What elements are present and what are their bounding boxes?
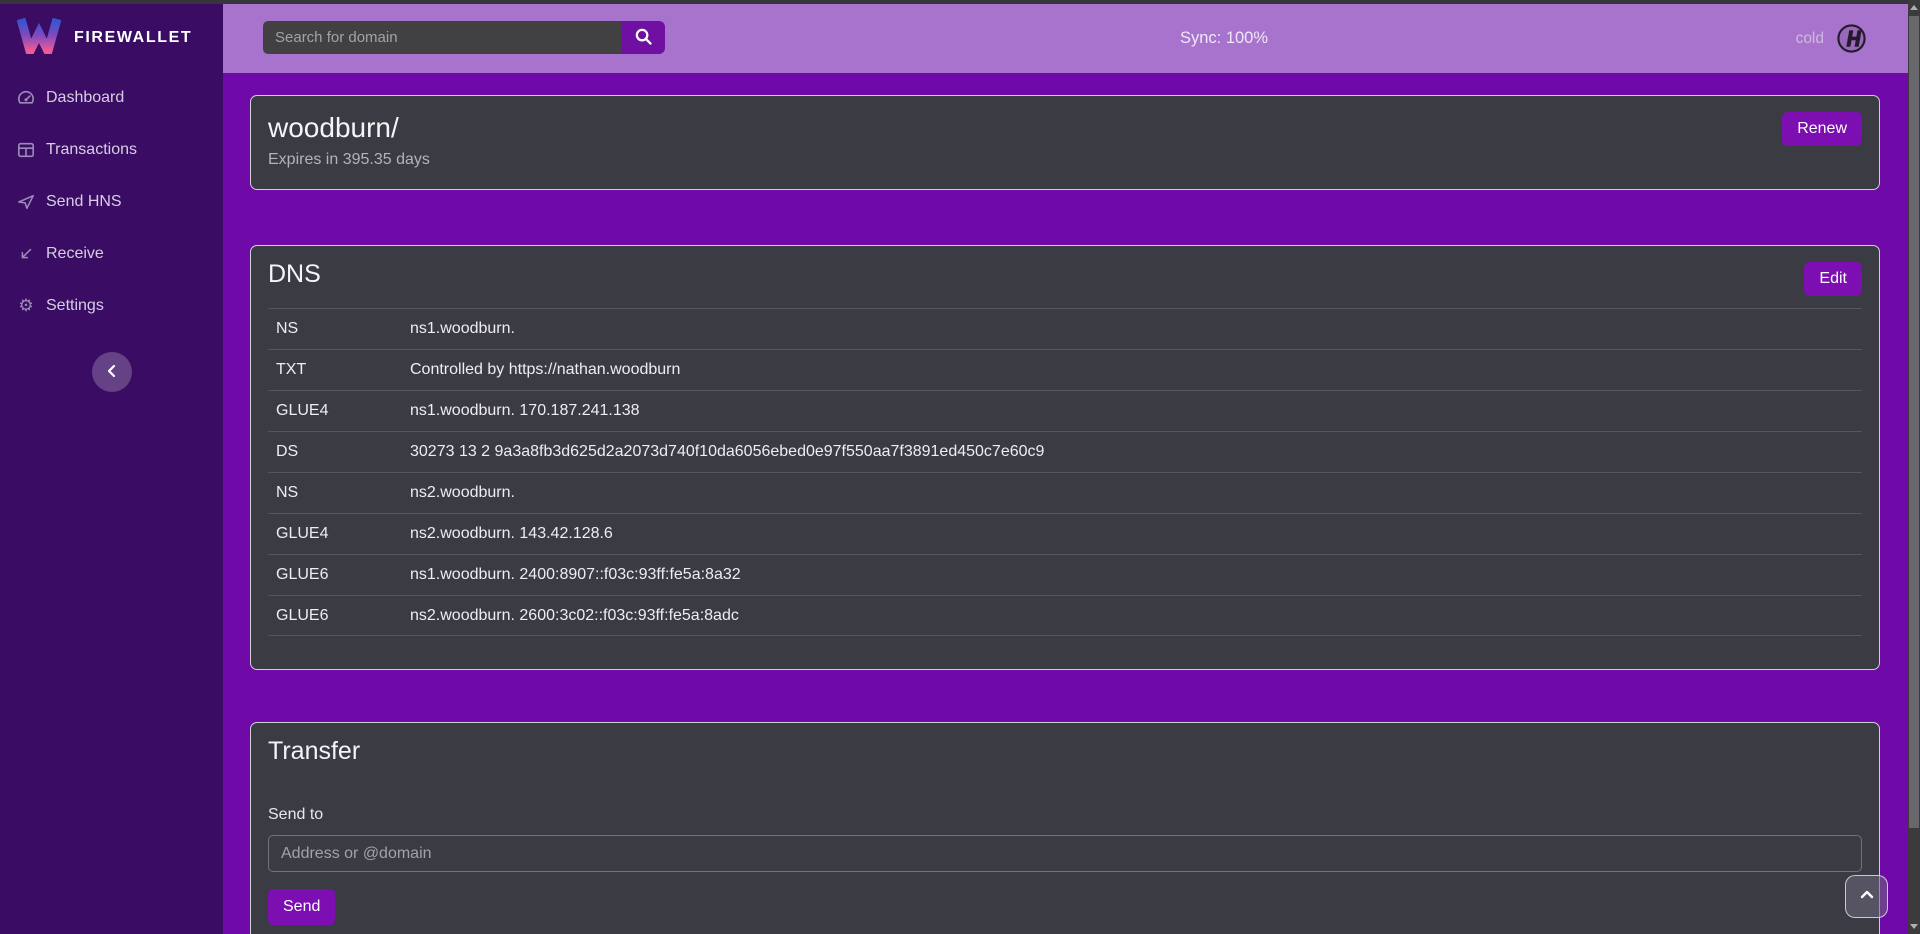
dns-record-row: NSns1.woodburn.: [268, 308, 1862, 349]
dns-record-row: GLUE6ns1.woodburn. 2400:8907::f03c:93ff:…: [268, 554, 1862, 595]
domain-expiry: Expires in 395.35 days: [268, 151, 1862, 169]
brand-name: FIREWALLET: [74, 29, 192, 47]
domain-title: woodburn/: [268, 112, 1862, 144]
sync-status: Sync: 100%: [1124, 4, 1324, 73]
handshake-logo-icon[interactable]: [1836, 23, 1867, 54]
receive-icon: [17, 245, 35, 263]
dns-record-row: NSns2.woodburn.: [268, 472, 1862, 513]
sidebar-item-receive[interactable]: Receive: [0, 228, 223, 280]
send-to-label: Send to: [268, 806, 1862, 824]
dns-record-type: NS: [268, 320, 410, 338]
dns-record-value: ns1.woodburn.: [410, 320, 515, 338]
chevron-left-icon: [104, 363, 120, 382]
scrollbar-down-arrow-icon[interactable]: [1910, 924, 1918, 929]
wallet-indicator: cold: [1796, 4, 1867, 73]
sidebar-item-label: Transactions: [46, 141, 137, 159]
send-icon: [17, 193, 35, 211]
window-top-edge: [0, 0, 1908, 4]
sidebar-item-label: Send HNS: [46, 193, 122, 211]
dns-record-row: DS30273 13 2 9a3a8fb3d625d2a2073d740f10d…: [268, 431, 1862, 472]
dns-record-row: GLUE4ns2.woodburn. 143.42.128.6: [268, 513, 1862, 554]
firewallet-logo-icon: [17, 17, 61, 59]
scrollbar-up-arrow-icon[interactable]: [1910, 5, 1918, 10]
sidebar-item-label: Dashboard: [46, 89, 124, 107]
main-content: woodburn/ Expires in 395.35 days Renew D…: [223, 73, 1908, 934]
transfer-title: Transfer: [268, 737, 1862, 766]
dns-record-value: ns1.woodburn. 170.187.241.138: [410, 402, 640, 420]
topbar: Sync: 100% cold: [223, 4, 1908, 73]
settings-gear-icon: ⚙: [17, 297, 35, 315]
sidebar-item-settings[interactable]: ⚙ Settings: [0, 280, 223, 332]
search-icon: [634, 27, 653, 49]
dns-record-row: TXTControlled by https://nathan.woodburn: [268, 349, 1862, 390]
transfer-address-input[interactable]: [268, 835, 1862, 872]
dns-record-type: NS: [268, 484, 410, 502]
sidebar-item-dashboard[interactable]: Dashboard: [0, 72, 223, 124]
sidebar: FIREWALLET Dashboard Transactions Send HNS…: [0, 4, 223, 934]
firewallet-app: FIREWALLET Dashboard Transactions Send HNS…: [0, 0, 1920, 934]
domain-search-button[interactable]: [621, 21, 665, 54]
scroll-to-top-button[interactable]: [1845, 875, 1888, 918]
transfer-card: Transfer Send to Send: [250, 722, 1880, 934]
transactions-table-icon: [17, 141, 35, 159]
sidebar-item-label: Settings: [46, 297, 104, 315]
domain-searchbox: [263, 21, 665, 54]
dns-record-value: ns1.woodburn. 2400:8907::f03c:93ff:fe5a:…: [410, 566, 741, 584]
chevron-up-icon: [1858, 886, 1876, 907]
page-scrollbar[interactable]: [1908, 0, 1920, 934]
sidebar-item-label: Receive: [46, 245, 104, 263]
dns-record-type: GLUE4: [268, 525, 410, 543]
dns-record-type: TXT: [268, 361, 410, 379]
edit-dns-button[interactable]: Edit: [1804, 262, 1862, 296]
dns-record-value: ns2.woodburn. 2600:3c02::f03c:93ff:fe5a:…: [410, 607, 739, 625]
dns-records: NSns1.woodburn.TXTControlled by https://…: [268, 308, 1862, 636]
dns-record-value: 30273 13 2 9a3a8fb3d625d2a2073d740f10da6…: [410, 443, 1044, 461]
dns-record-type: GLUE6: [268, 566, 410, 584]
sidebar-collapse-button[interactable]: [92, 352, 132, 392]
dns-title: DNS: [268, 260, 1862, 289]
dns-record-row: GLUE6ns2.woodburn. 2600:3c02::f03c:93ff:…: [268, 595, 1862, 636]
dns-record-value: ns2.woodburn.: [410, 484, 515, 502]
dns-card: DNS Edit NSns1.woodburn.TXTControlled by…: [250, 245, 1880, 670]
wallet-name[interactable]: cold: [1796, 30, 1824, 48]
dns-record-type: GLUE6: [268, 607, 410, 625]
sidebar-item-transactions[interactable]: Transactions: [0, 124, 223, 176]
dns-record-value: Controlled by https://nathan.woodburn: [410, 361, 680, 379]
dashboard-gauge-icon: [17, 89, 35, 107]
domain-search-input[interactable]: [263, 21, 621, 54]
scrollbar-thumb[interactable]: [1909, 16, 1919, 828]
dns-record-type: GLUE4: [268, 402, 410, 420]
renew-button[interactable]: Renew: [1782, 112, 1862, 146]
sidebar-item-send-hns[interactable]: Send HNS: [0, 176, 223, 228]
brand[interactable]: FIREWALLET: [0, 4, 223, 59]
dns-record-type: DS: [268, 443, 410, 461]
dns-record-row: GLUE4ns1.woodburn. 170.187.241.138: [268, 390, 1862, 431]
dns-record-value: ns2.woodburn. 143.42.128.6: [410, 525, 613, 543]
domain-card: woodburn/ Expires in 395.35 days Renew: [250, 95, 1880, 190]
sidebar-nav: Dashboard Transactions Send HNS Receive ⚙ Set…: [0, 72, 223, 332]
send-button[interactable]: Send: [268, 889, 335, 925]
